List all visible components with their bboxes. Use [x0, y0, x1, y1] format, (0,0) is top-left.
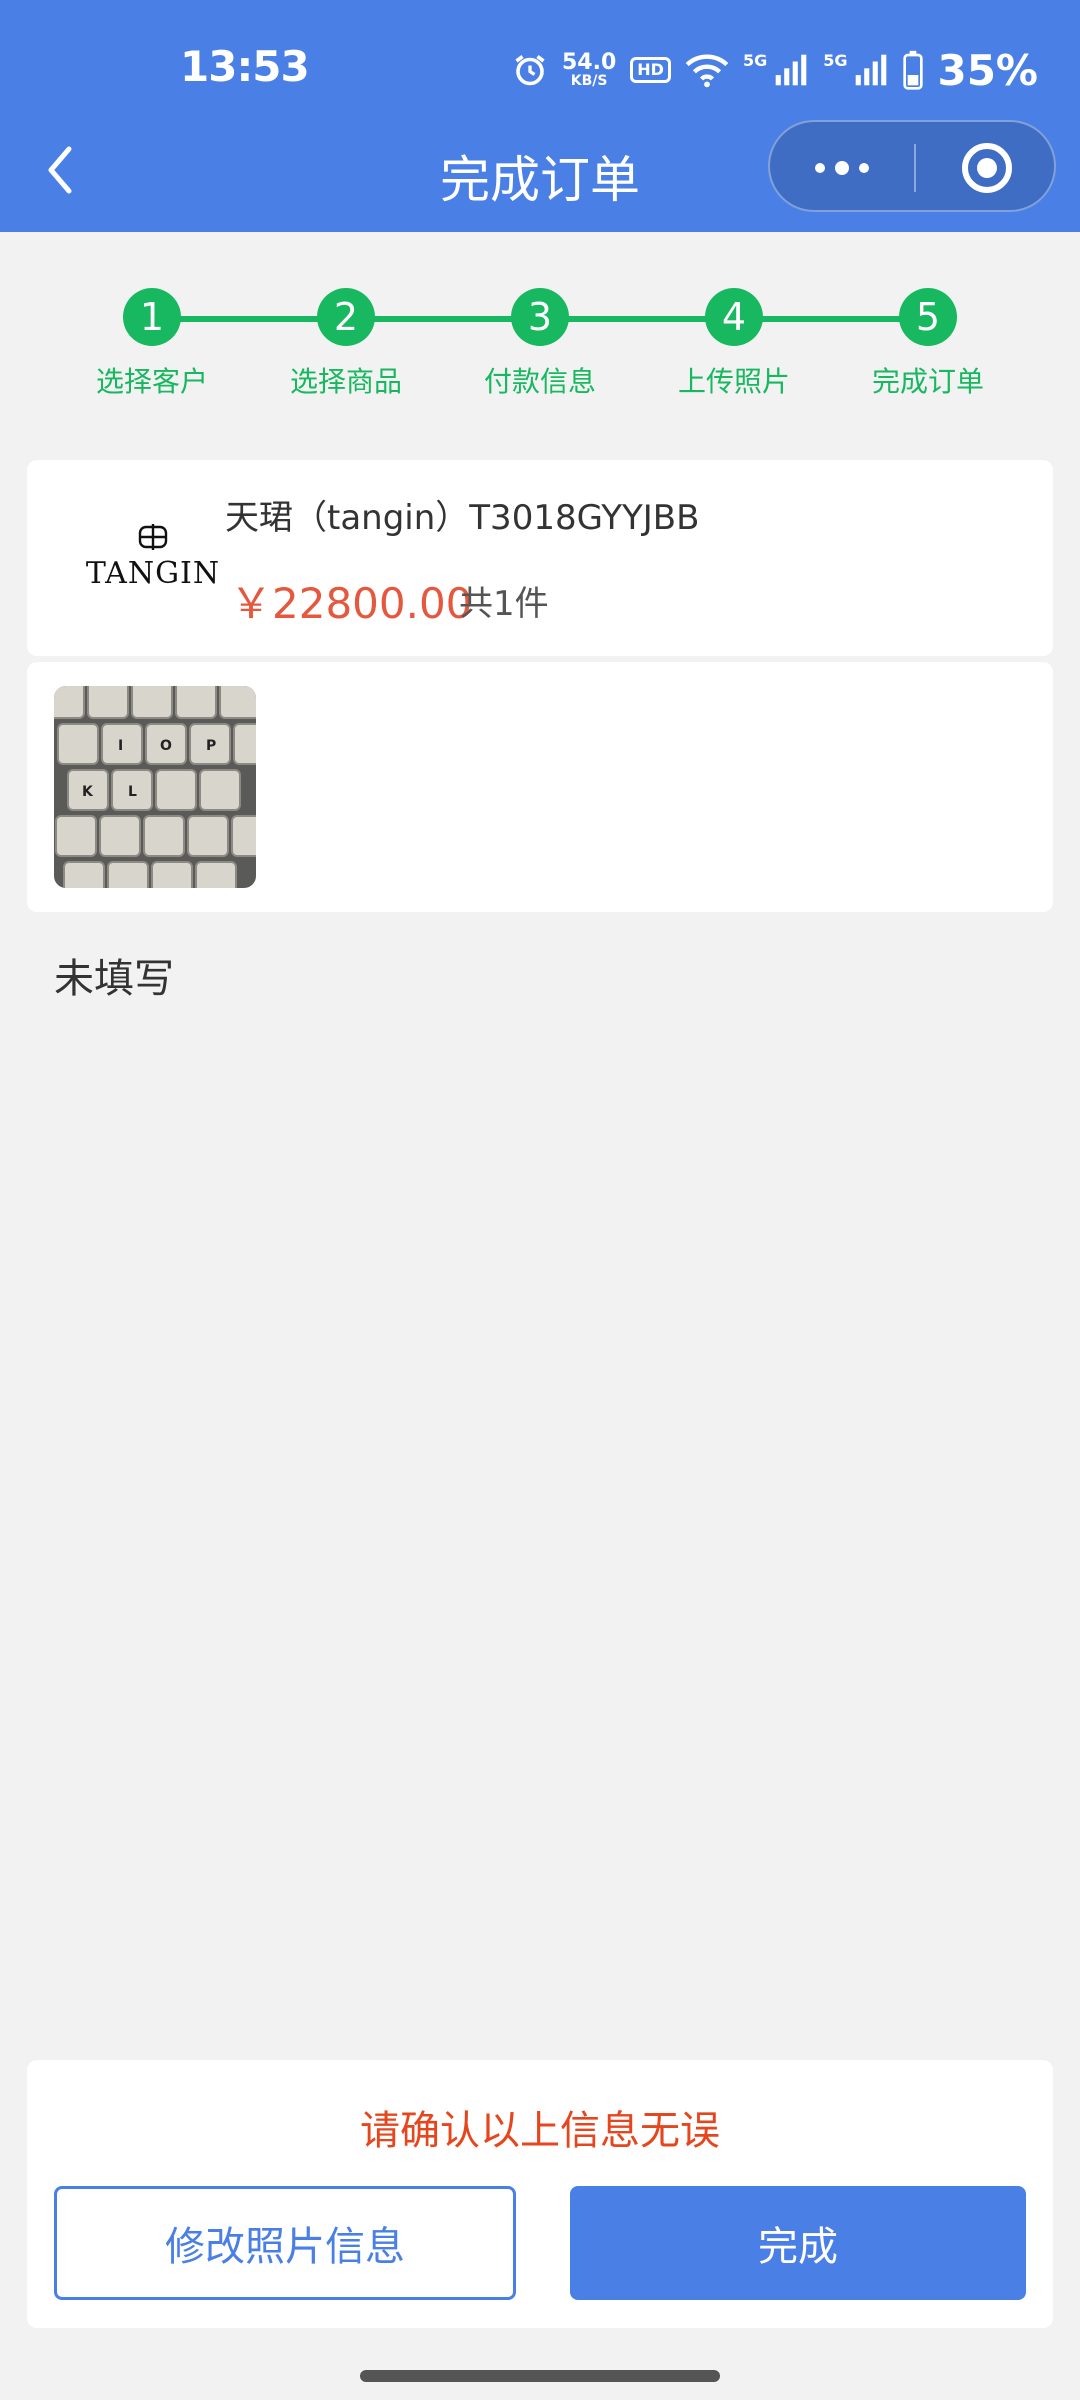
step-label: 选择商品 — [289, 365, 402, 398]
step-1: 1 选择客户 — [72, 288, 232, 400]
step-label: 上传照片 — [677, 365, 790, 398]
keyboard-photo-image: I O P K L — [54, 686, 256, 888]
signal-icon-2 — [856, 54, 887, 86]
step-4: 4 上传照片 — [654, 288, 814, 400]
status-bar: 13:53 54.0 KB/S HD 5G 5G 35% — [0, 30, 1080, 110]
brand-logo: TANGIN — [63, 522, 243, 602]
edit-photo-info-button[interactable]: 修改照片信息 — [54, 2186, 516, 2300]
more-dots-icon — [815, 161, 869, 175]
status-icons: 54.0 KB/S HD 5G 5G 35% — [512, 40, 1038, 100]
brand-name: TANGIN — [85, 556, 221, 591]
home-indicator[interactable] — [360, 2370, 720, 2382]
step-number: 4 — [705, 288, 763, 346]
remark-text: 未填写 — [54, 956, 174, 1002]
step-5: 5 完成订单 — [848, 288, 1008, 400]
step-number: 5 — [899, 288, 957, 346]
net-speed-value: 54.0 — [561, 50, 617, 75]
battery-icon — [903, 50, 924, 90]
step-label: 完成订单 — [871, 365, 984, 398]
status-time: 13:53 — [180, 42, 310, 91]
svg-text:O: O — [160, 738, 172, 754]
step-label: 付款信息 — [483, 365, 596, 398]
confirm-message: 请确认以上信息无误 — [360, 2108, 720, 2154]
step-label: 选择客户 — [95, 365, 208, 398]
more-button[interactable] — [770, 122, 914, 214]
net-speed: 54.0 KB/S — [561, 50, 617, 89]
step-2: 2 选择商品 — [266, 288, 426, 400]
bottom-action-card: 请确认以上信息无误 修改照片信息 完成 — [27, 2060, 1053, 2328]
nav-bar: 完成订单 — [0, 120, 1080, 220]
progress-steps: 1 选择客户 2 选择商品 3 付款信息 4 上传照片 5 完成订单 — [0, 288, 1080, 408]
product-card: TANGIN 天珺（tangin）T3018GYYJBB ￥22800.00 共… — [27, 460, 1053, 656]
signal-5g-label-1: 5G — [742, 50, 768, 70]
step-number: 3 — [511, 288, 569, 346]
complete-button[interactable]: 完成 — [570, 2186, 1026, 2300]
signal-icon — [775, 54, 807, 86]
step-3: 3 付款信息 — [460, 288, 620, 400]
mini-program-capsule — [768, 120, 1056, 212]
header: 13:53 54.0 KB/S HD 5G 5G 35% 完成订单 — [0, 0, 1080, 232]
svg-text:P: P — [206, 738, 216, 754]
product-price: ￥22800.00 — [230, 579, 473, 628]
wifi-icon — [685, 54, 729, 88]
battery-percent: 35% — [937, 45, 1038, 95]
svg-text:K: K — [82, 784, 94, 800]
target-close-icon — [962, 143, 1012, 193]
brand-cross-icon — [138, 524, 168, 550]
svg-text:I: I — [118, 738, 123, 754]
net-speed-unit: KB/S — [570, 73, 608, 89]
step-number: 1 — [123, 288, 181, 346]
alarm-icon — [515, 55, 545, 86]
svg-text:L: L — [128, 784, 137, 800]
hd-badge: HD — [630, 57, 671, 83]
uploaded-photo-thumbnail[interactable]: I O P K L — [54, 686, 256, 888]
step-number: 2 — [317, 288, 375, 346]
close-mini-program-button[interactable] — [916, 122, 1058, 214]
product-title: 天珺（tangin）T3018GYYJBB — [225, 498, 700, 538]
product-quantity: 共1件 — [459, 584, 549, 624]
photo-card: I O P K L — [27, 662, 1053, 912]
signal-5g-label-2: 5G — [823, 50, 848, 70]
